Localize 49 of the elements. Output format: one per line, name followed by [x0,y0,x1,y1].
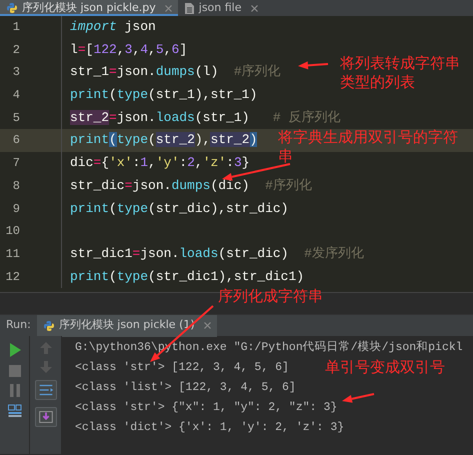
line-number: 3 [12,64,20,82]
python-icon [42,320,55,332]
annotation-arrow [342,393,374,403]
console-line: <class 'list'> [122, 3, 4, 5, 6] [75,381,296,394]
layout-icon[interactable] [8,404,22,418]
run-icon[interactable] [8,342,22,358]
editor-tab[interactable]: 序列化模块 json pickle.py [0,0,178,16]
panel-label: Run: [5,317,32,334]
annotation-text: 将列表转成字符串类型的列表 [340,54,461,92]
up-arrow-icon[interactable] [40,342,52,354]
annotation-text: 将字典生成用双引号的字符串 [278,128,459,166]
python-icon [6,2,18,14]
code-line: str_dic=json.dumps(dic) #序列化 [70,178,312,193]
console-line: <class 'str'> {"x": 1, "y": 2, "z": 3} [75,401,338,414]
line-number: 5 [12,110,20,127]
code-line: str_1=json.dumps(l) #序列化 [70,64,281,80]
line-number: 2 [12,42,20,59]
code-line: print(type(str_dic),str_dic) [70,200,288,216]
line-number: 10 [4,223,20,240]
stop-icon[interactable] [8,365,20,377]
down-arrow-icon[interactable] [40,361,52,373]
close-icon[interactable] [250,4,258,12]
code-line: print(type(str_1),str_1) [70,87,258,102]
console-line: <class 'dict'> {'x': 1, 'y': 2, 'z': 3} [75,421,344,434]
line-number: 4 [12,87,20,104]
code-line: str_2=json.loads(str_1) # 反序列化 [70,110,340,125]
line-number: 11 [4,246,20,263]
code-line: print(type(str_dic1),str_dic1) [70,268,304,284]
annotation-text: 单引号变成双引号 [325,358,446,377]
close-icon[interactable] [164,4,172,12]
console-line: <class 'str'> [122, 3, 4, 5, 6] [75,361,289,374]
annotation-arrow [298,61,328,70]
close-icon[interactable] [204,322,211,329]
code-line: dic={'x':1,'y':2,'z':3} [70,155,250,170]
line-number: 12 [4,268,20,286]
line-number: 8 [12,178,20,195]
line-number: 1 [12,19,20,36]
code-line: import json [70,19,156,34]
annotation-text: 序列化成字符串 [218,287,324,306]
code-line: l=[122,3,4,5,6] [70,42,188,57]
scroll-to-end-icon[interactable] [34,407,56,427]
line-number: 9 [12,200,20,218]
line-number: 7 [12,155,20,172]
editor-tab[interactable]: json file [178,0,264,16]
code-line: print(type(str_2),str_2) [70,132,258,148]
code-line: str_dic1=json.loads(str_dic) #发序列化 [70,246,364,261]
wrap-icon[interactable] [34,380,56,400]
line-number: 6 [12,132,20,150]
pause-icon[interactable] [8,384,20,397]
